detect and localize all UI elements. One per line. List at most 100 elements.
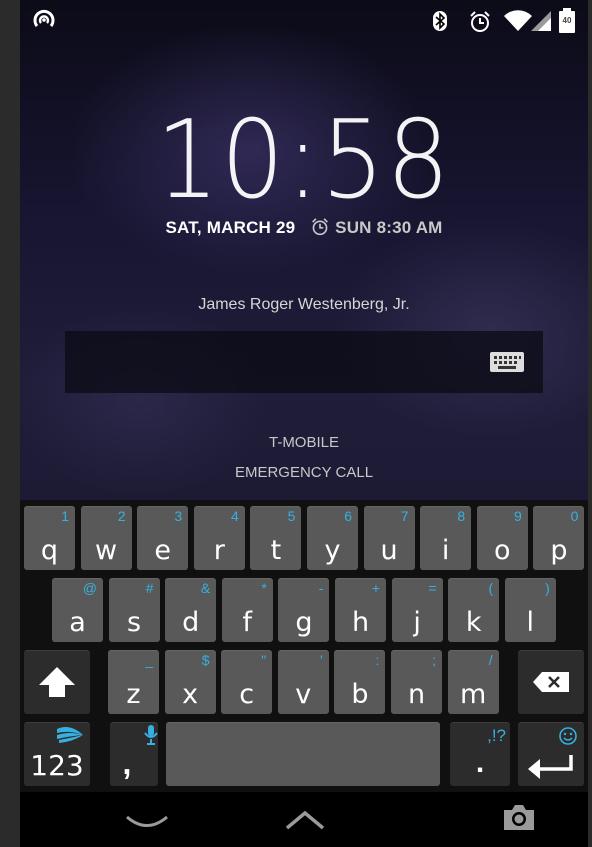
key-y[interactable]: 6y bbox=[307, 506, 358, 570]
key-s[interactable]: # s bbox=[108, 578, 160, 642]
comma-key[interactable]: , bbox=[110, 722, 158, 786]
key-label: a bbox=[69, 607, 86, 638]
key-label: l bbox=[526, 607, 535, 638]
key-label: u bbox=[380, 535, 398, 566]
key-c[interactable]: " c bbox=[221, 650, 273, 714]
key-alt-label: 0 bbox=[570, 508, 579, 524]
home-up-icon[interactable] bbox=[284, 810, 326, 835]
key-alt-label: @ bbox=[82, 580, 97, 596]
key-alt-label: 6 bbox=[344, 508, 352, 524]
backspace-key[interactable] bbox=[518, 650, 584, 714]
key-b[interactable]: :b bbox=[334, 650, 386, 714]
key-p[interactable]: 0p bbox=[533, 506, 585, 570]
numbers-key-label: 123 bbox=[30, 749, 84, 782]
key-m[interactable]: / m bbox=[447, 650, 499, 714]
period-key[interactable]: ,!? . bbox=[450, 722, 510, 786]
signal-icon bbox=[530, 10, 552, 37]
key-alt-label: ) bbox=[545, 580, 550, 596]
key-alt-label: 1 bbox=[61, 508, 69, 524]
owner-info: James Roger Westenberg, Jr. bbox=[198, 296, 410, 313]
key-label: j bbox=[413, 607, 421, 638]
date-text: SAT, MARCH 29 bbox=[165, 218, 296, 237]
key-i[interactable]: 8i bbox=[420, 506, 472, 570]
key-alt-label: ' bbox=[320, 652, 323, 668]
comma-key-label: , bbox=[122, 745, 132, 781]
key-l[interactable]: ) l bbox=[504, 578, 556, 642]
key-q[interactable]: 1q bbox=[24, 506, 75, 570]
password-field[interactable] bbox=[65, 331, 543, 393]
key-label: y bbox=[324, 535, 341, 566]
key-label: f bbox=[242, 607, 253, 638]
key-k[interactable]: (k bbox=[448, 578, 500, 642]
key-u[interactable]: 7u bbox=[363, 506, 415, 570]
key-label: m bbox=[459, 679, 487, 710]
swiftkey-logo-icon bbox=[57, 727, 83, 743]
key-alt-label: 9 bbox=[514, 508, 522, 524]
key-alt-label: + bbox=[371, 580, 380, 596]
status-bar: 40 bbox=[20, 0, 588, 40]
next-alarm-text: SUN 8:30 AM bbox=[335, 218, 443, 237]
key-e[interactable]: 3e bbox=[137, 506, 189, 570]
key-j[interactable]: = j bbox=[391, 578, 443, 642]
backspace-icon bbox=[533, 672, 569, 692]
keyboard: 1q2w3e4r5t6y7u8i9o0p @ a # s & d * f - g + h = j(k) l … bbox=[20, 500, 588, 792]
key-alt-label: ; bbox=[432, 652, 436, 668]
space-bar[interactable] bbox=[166, 722, 440, 786]
key-z[interactable]: _ z bbox=[108, 650, 159, 714]
key-label: b bbox=[351, 679, 369, 710]
key-label: c bbox=[239, 679, 255, 710]
keyboard-icon[interactable] bbox=[489, 351, 525, 378]
enter-arrow-icon bbox=[528, 755, 573, 779]
key-label: h bbox=[351, 607, 370, 638]
key-alt-label: * bbox=[261, 580, 267, 596]
key-alt-label: 7 bbox=[400, 508, 409, 524]
key-x[interactable]: $ x bbox=[164, 650, 216, 714]
key-r[interactable]: 4r bbox=[193, 506, 245, 570]
key-h[interactable]: + h bbox=[335, 578, 386, 642]
key-label: w bbox=[95, 535, 118, 566]
emergency-call-button[interactable]: EMERGENCY CALL bbox=[20, 464, 588, 481]
key-label: t bbox=[270, 535, 282, 566]
next-alarm: SUN 8:30 AM bbox=[310, 218, 442, 237]
key-d[interactable]: & d bbox=[165, 578, 217, 642]
clock-display: 10:58 bbox=[20, 98, 588, 223]
key-alt-label: ( bbox=[488, 580, 494, 596]
key-label: v bbox=[295, 679, 312, 710]
key-alt-label: # bbox=[145, 580, 154, 596]
lockscreen: 40 10:58 SAT, MARCH 29 SUN 8:30 AM James… bbox=[20, 0, 588, 847]
shift-key[interactable] bbox=[24, 650, 90, 714]
key-o[interactable]: 9o bbox=[476, 506, 528, 570]
key-a[interactable]: @ a bbox=[52, 578, 103, 642]
key-label: s bbox=[127, 607, 142, 638]
camera-icon[interactable] bbox=[502, 802, 536, 837]
microphone-icon bbox=[144, 725, 158, 745]
key-alt-label: = bbox=[428, 580, 437, 596]
shift-arrow-icon bbox=[39, 667, 75, 697]
key-t[interactable]: 5t bbox=[250, 506, 302, 570]
navigation-bar bbox=[20, 792, 588, 847]
key-label: p bbox=[550, 535, 568, 566]
key-label: z bbox=[126, 679, 141, 710]
key-v[interactable]: ' v bbox=[277, 650, 329, 714]
key-alt-label: 3 bbox=[174, 508, 183, 524]
key-g[interactable]: -g bbox=[278, 578, 330, 642]
hide-keyboard-icon[interactable] bbox=[125, 814, 169, 835]
app-notification-icon bbox=[32, 8, 56, 37]
key-n[interactable]: ; n bbox=[391, 650, 442, 714]
key-label: n bbox=[407, 679, 426, 710]
key-alt-label: 5 bbox=[287, 508, 296, 524]
alarm-icon bbox=[468, 10, 492, 39]
enter-key[interactable] bbox=[518, 722, 584, 786]
key-label: g bbox=[295, 607, 313, 638]
key-alt-label: : bbox=[375, 652, 380, 668]
bluetooth-icon bbox=[432, 10, 448, 37]
key-alt-label: 2 bbox=[117, 508, 126, 524]
key-f[interactable]: * f bbox=[221, 578, 273, 642]
alarm-clock-icon bbox=[312, 218, 329, 236]
key-label: k bbox=[465, 607, 482, 638]
battery-icon: 40 bbox=[558, 8, 576, 39]
numbers-key[interactable]: 123 bbox=[24, 722, 90, 786]
key-w[interactable]: 2w bbox=[80, 506, 132, 570]
key-label: e bbox=[154, 535, 171, 566]
battery-level: 40 bbox=[562, 16, 572, 25]
